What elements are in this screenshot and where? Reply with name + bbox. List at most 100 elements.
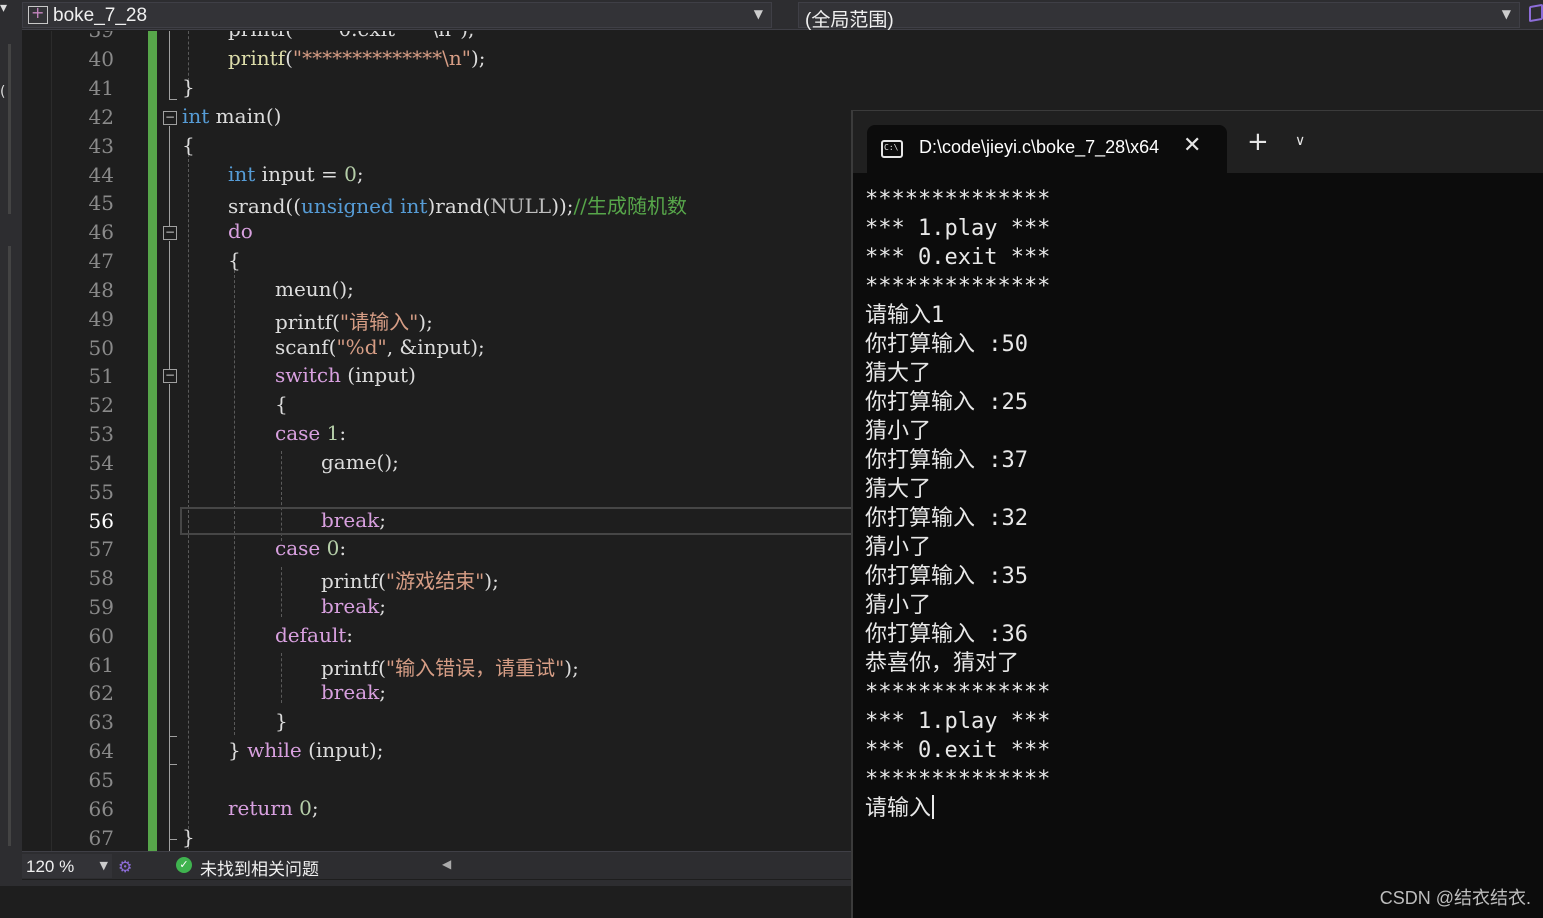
fold-collapse-icon[interactable]: − xyxy=(163,111,177,125)
code-line: game(); xyxy=(321,450,399,474)
line-number: 41 xyxy=(88,76,114,100)
zoom-dropdown[interactable]: 120 % ▼ xyxy=(22,854,112,878)
issues-status[interactable]: 未找到相关问题 xyxy=(200,855,319,880)
line-number: 55 xyxy=(88,480,114,504)
code-line: printf("输入错误，请重试"); xyxy=(321,656,579,680)
code-line: break; xyxy=(321,680,386,704)
fold-end-marker xyxy=(169,99,177,100)
terminal-tab-title: D:\code\jieyi.c\boke_7_28\x64 xyxy=(919,137,1160,157)
console-prompt-line[interactable]: 请输入 xyxy=(865,794,1535,823)
console-line: 你打算输入 :32 xyxy=(865,506,1028,531)
code-line: } while (input); xyxy=(228,738,384,762)
code-editor[interactable]: 39 40 41 42 43 44 45 46 47 48 49 50 51 5… xyxy=(22,31,851,851)
chevron-down-icon: ▼ xyxy=(1501,7,1511,21)
code-line: switch (input) xyxy=(275,363,416,387)
fold-line xyxy=(169,31,170,99)
code-line: do xyxy=(228,219,253,243)
line-number: 48 xyxy=(88,278,114,302)
console-line: ************** xyxy=(865,274,1051,299)
text-caret xyxy=(932,795,935,819)
console-prompt: 请输入 xyxy=(865,796,932,821)
fold-end-marker xyxy=(169,736,177,737)
code-line: break; xyxy=(321,594,386,618)
line-number: 53 xyxy=(88,422,114,446)
line-number: 50 xyxy=(88,336,114,360)
code-line: } xyxy=(182,825,195,849)
console-line: 请输入1 xyxy=(865,303,945,328)
line-number: 39 xyxy=(70,31,114,42)
fold-collapse-icon[interactable]: − xyxy=(163,369,177,383)
code-line: break; xyxy=(321,508,386,532)
chevron-down-icon: ▼ xyxy=(753,7,763,21)
console-line: 恭喜你，猜对了 xyxy=(865,651,1020,676)
line-number: 40 xyxy=(88,47,114,71)
terminal-tab-bar: C:\ D:\code\jieyi.c\boke_7_28\x64 ✕ + ∨ xyxy=(853,111,1543,173)
line-number: 60 xyxy=(88,624,114,648)
line-number-current: 56 xyxy=(88,509,114,533)
code-line: meun(); xyxy=(275,277,354,301)
line-number: 45 xyxy=(88,191,114,215)
chevron-down-icon: ▼ xyxy=(99,859,108,872)
code-line: int main() xyxy=(182,104,282,128)
line-number: 52 xyxy=(88,393,114,417)
editor-nav-bar: boke_7_28 ▼ (全局范围) ▼ xyxy=(22,0,1543,31)
code-line: srand((unsigned int)rand(NULL));//生成随机数 xyxy=(228,194,688,218)
code-line: { xyxy=(228,248,241,272)
code-line: } xyxy=(182,75,195,99)
terminal-window: C:\ D:\code\jieyi.c\boke_7_28\x64 ✕ + ∨ … xyxy=(851,110,1543,918)
console-line: *** 0.exit *** xyxy=(865,738,1051,763)
scroll-track[interactable] xyxy=(8,44,11,214)
fold-line xyxy=(169,126,170,226)
line-number: 58 xyxy=(88,566,114,590)
scroll-track-lower[interactable] xyxy=(8,246,11,846)
code-line: { xyxy=(182,133,195,157)
line-number: 61 xyxy=(88,653,114,677)
glyph-margin xyxy=(22,31,52,851)
line-number: 44 xyxy=(88,163,114,187)
line-number: 42 xyxy=(88,105,114,129)
indent-guide xyxy=(281,653,282,703)
console-line: *** 1.play *** xyxy=(865,709,1051,734)
line-number: 51 xyxy=(88,364,114,388)
fold-collapse-icon[interactable]: − xyxy=(163,226,177,240)
close-icon[interactable]: ✕ xyxy=(1183,133,1201,158)
fold-end-marker xyxy=(169,764,177,765)
code-line: return 0; xyxy=(228,796,319,820)
console-line: ************** xyxy=(865,187,1051,212)
indent-guide xyxy=(281,567,282,617)
scroll-left-arrow-icon[interactable]: ◀ xyxy=(442,857,451,871)
chevron-down-icon[interactable]: ∨ xyxy=(1295,133,1305,149)
fold-line xyxy=(169,384,170,851)
scope-dropdown[interactable]: (全局范围) ▼ xyxy=(798,2,1520,31)
console-line: 猜小了 xyxy=(865,593,932,618)
project-dropdown[interactable]: boke_7_28 ▼ xyxy=(22,2,772,28)
code-line: printf("游戏结束"); xyxy=(321,569,499,593)
new-tab-plus-icon[interactable]: + xyxy=(1247,129,1269,155)
line-number: 57 xyxy=(88,537,114,561)
bracket-marker: ( xyxy=(0,84,6,100)
left-tool-strip: ▾ ( xyxy=(0,0,22,918)
terminal-tab[interactable]: C:\ D:\code\jieyi.c\boke_7_28\x64 ✕ xyxy=(867,125,1227,173)
indent-guide xyxy=(188,149,189,849)
console-line: 猜小了 xyxy=(865,419,932,444)
code-line: } xyxy=(275,709,288,733)
indent-guide xyxy=(234,265,235,735)
pin-marker: ▾ xyxy=(0,0,8,16)
check-circle-icon: ✓ xyxy=(176,857,192,873)
cube-icon[interactable] xyxy=(1529,3,1543,23)
code-line: default: xyxy=(275,623,354,647)
line-number: 67 xyxy=(88,826,114,850)
line-number: 62 xyxy=(88,681,114,705)
project-label: boke_7_28 xyxy=(53,5,148,26)
line-number: 49 xyxy=(88,307,114,331)
code-line: printf("*** 0.exit ***\n"); xyxy=(228,31,475,41)
code-line: case 1: xyxy=(275,421,347,445)
code-line: { xyxy=(275,392,288,416)
zoom-level: 120 % xyxy=(26,857,75,876)
code-cleanup-icon[interactable]: ⚙ xyxy=(118,857,132,876)
console-line: 你打算输入 :35 xyxy=(865,564,1028,589)
console-line: 你打算输入 :36 xyxy=(865,622,1028,647)
console-output[interactable]: ************** *** 1.play *** *** 0.exit… xyxy=(865,185,1535,823)
console-line: 你打算输入 :25 xyxy=(865,390,1028,415)
fold-end-marker xyxy=(169,839,177,840)
